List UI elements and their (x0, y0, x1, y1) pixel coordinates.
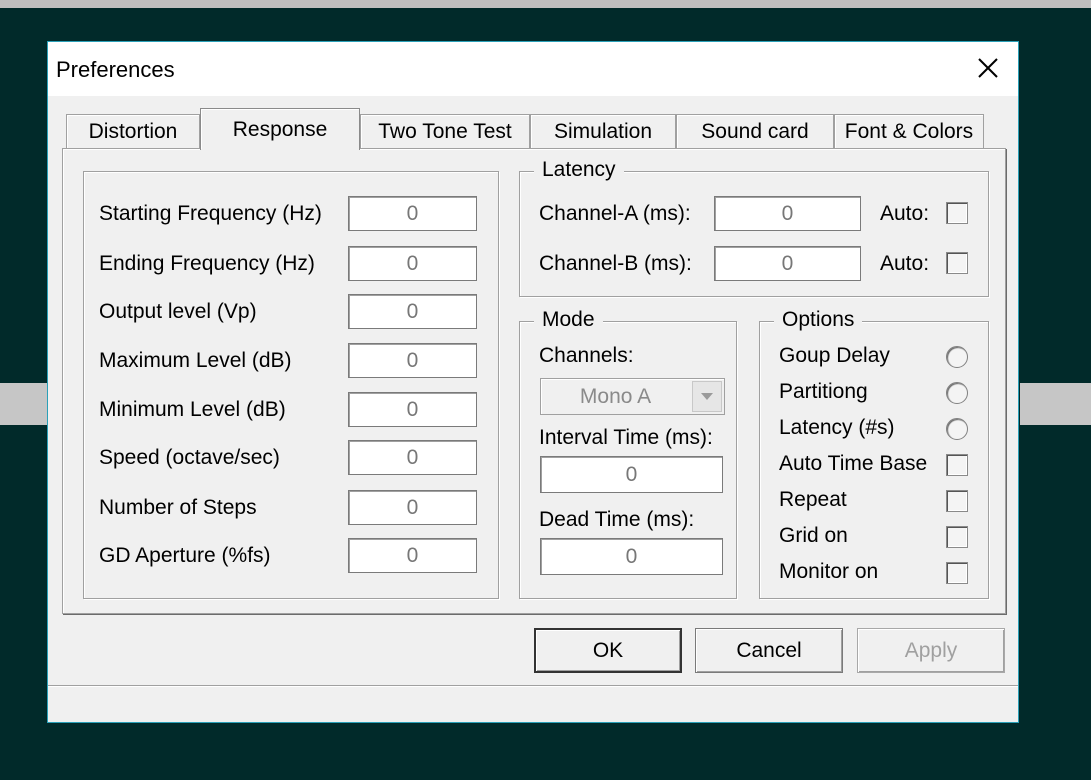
mode-group-title: Mode (534, 308, 603, 332)
maximum-level-field[interactable]: 0 (348, 343, 477, 378)
ok-button[interactable]: OK (534, 628, 682, 673)
channel-b-latency-field[interactable]: 0 (714, 246, 861, 281)
maximum-level-label: Maximum Level (dB) (99, 349, 292, 372)
tab-response[interactable]: Response (200, 108, 360, 152)
tab-sound-card[interactable]: Sound card (676, 114, 834, 148)
cancel-button[interactable]: Cancel (695, 628, 843, 673)
option-grid-on-checkbox[interactable] (946, 526, 968, 548)
latency-group-title: Latency (534, 158, 624, 182)
tab-distortion[interactable]: Distortion (66, 114, 200, 148)
channels-selected-value: Mono A (579, 384, 652, 408)
option-partitiong-radio[interactable] (946, 382, 968, 404)
channels-select[interactable]: Mono A (540, 378, 725, 415)
option-auto-time-base-checkbox[interactable] (946, 454, 968, 476)
title-bar: Preferences (48, 42, 1018, 96)
option-monitor-on-label: Monitor on (779, 560, 879, 583)
output-level-label: Output level (Vp) (99, 300, 257, 323)
tab-font-colors[interactable]: Font & Colors (834, 114, 984, 148)
tab-two-tone-test[interactable]: Two Tone Test (360, 114, 530, 148)
number-of-steps-field[interactable]: 0 (348, 490, 477, 525)
option-grid-on-label: Grid on (779, 524, 848, 547)
response-parameters-group: Starting Frequency (Hz) 0 Ending Frequen… (83, 171, 499, 599)
preferences-dialog: Preferences Distortion Response Two Tone… (47, 41, 1019, 723)
channels-label: Channels: (539, 344, 634, 367)
background-window-band-right (1020, 383, 1091, 425)
ending-frequency-label: Ending Frequency (Hz) (99, 252, 315, 275)
latency-group: Latency Channel-A (ms): 0 Auto: Channel-… (519, 158, 989, 297)
close-button[interactable] (968, 50, 1008, 86)
option-latency-label: Latency (#s) (779, 416, 895, 439)
interval-time-label: Interval Time (ms): (539, 426, 713, 449)
chevron-down-icon (701, 392, 713, 400)
option-group-delay-radio[interactable] (946, 346, 968, 368)
option-repeat-label: Repeat (779, 488, 847, 511)
option-repeat-checkbox[interactable] (946, 490, 968, 512)
minimum-level-label: Minimum Level (dB) (99, 398, 286, 421)
option-partitiong-label: Partitiong (779, 380, 868, 403)
options-group: Options Goup Delay Partitiong Latency (#… (759, 308, 989, 599)
output-level-field[interactable]: 0 (348, 294, 477, 329)
apply-button[interactable]: Apply (857, 628, 1005, 673)
response-tab-panel: Starting Frequency (Hz) 0 Ending Frequen… (62, 148, 1006, 614)
dead-time-field[interactable]: 0 (540, 538, 723, 575)
status-bar (48, 685, 1018, 722)
ending-frequency-field[interactable]: 0 (348, 246, 477, 281)
speed-label: Speed (octave/sec) (99, 446, 280, 469)
channel-a-label: Channel-A (ms): (539, 202, 691, 225)
option-group-delay-label: Goup Delay (779, 344, 890, 367)
channel-a-auto-checkbox[interactable] (946, 202, 968, 224)
window-title: Preferences (56, 57, 175, 82)
minimum-level-field[interactable]: 0 (348, 392, 477, 427)
channel-a-latency-field[interactable]: 0 (714, 196, 861, 231)
dropdown-button[interactable] (692, 381, 722, 412)
option-auto-time-base-label: Auto Time Base (779, 452, 928, 475)
desktop-top-strip (0, 0, 1091, 8)
channel-b-auto-label: Auto: (880, 252, 930, 275)
channel-b-auto-checkbox[interactable] (946, 252, 968, 274)
mode-group: Mode Channels: Mono A Interval Time (ms)… (519, 308, 737, 599)
option-latency-radio[interactable] (946, 418, 968, 440)
tab-simulation[interactable]: Simulation (530, 114, 676, 148)
channel-a-auto-label: Auto: (880, 202, 930, 225)
dead-time-label: Dead Time (ms): (539, 508, 695, 531)
close-icon (978, 58, 998, 78)
gd-aperture-field[interactable]: 0 (348, 538, 477, 573)
options-group-title: Options (774, 308, 863, 332)
speed-field[interactable]: 0 (348, 440, 477, 475)
channel-b-label: Channel-B (ms): (539, 252, 692, 275)
option-monitor-on-checkbox[interactable] (946, 562, 968, 584)
number-of-steps-label: Number of Steps (99, 496, 257, 519)
interval-time-field[interactable]: 0 (540, 456, 723, 493)
gd-aperture-label: GD Aperture (%fs) (99, 544, 271, 567)
starting-frequency-field[interactable]: 0 (348, 196, 477, 231)
starting-frequency-label: Starting Frequency (Hz) (99, 202, 322, 225)
background-window-band-left (0, 383, 48, 425)
